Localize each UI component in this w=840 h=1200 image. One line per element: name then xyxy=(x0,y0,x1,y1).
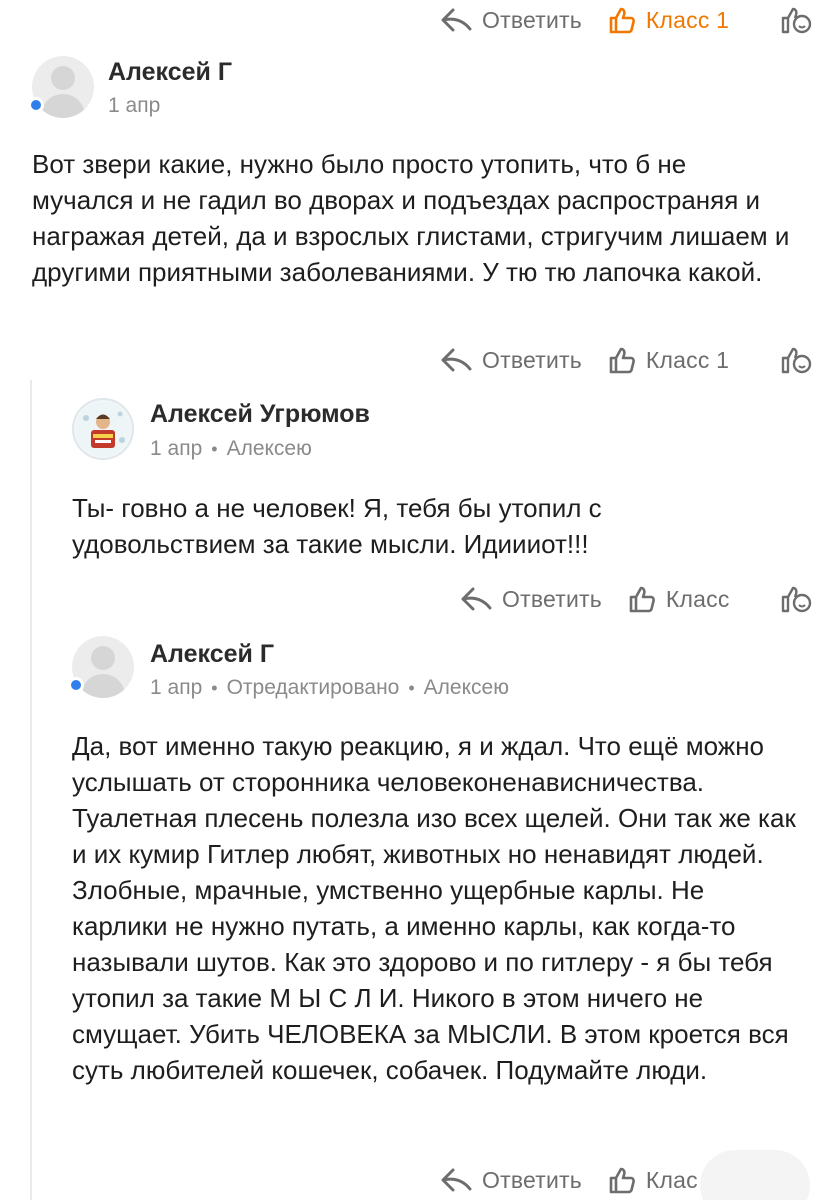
comment-text: Вот звери какие, нужно было просто утопи… xyxy=(32,149,790,287)
emoji-reaction-icon xyxy=(781,586,812,613)
reply-icon xyxy=(461,587,492,611)
thread-line xyxy=(30,380,32,1200)
comment-text: Да, вот именно такую реакцию, я и ждал. … xyxy=(72,731,796,1085)
online-indicator xyxy=(68,677,84,693)
comment-date: 1 апр xyxy=(150,437,203,460)
avatar-placeholder-icon xyxy=(51,66,75,90)
reply-to[interactable]: Алексею xyxy=(227,437,312,461)
comment-author[interactable]: Алексей Угрюмов xyxy=(150,400,370,429)
top-actions: Ответить Класс 1 xyxy=(440,0,729,40)
klass-button[interactable]: Клас xyxy=(608,1166,698,1194)
reply-button[interactable]: Ответить xyxy=(460,586,602,613)
emoji-reaction-button[interactable] xyxy=(780,4,812,41)
reply-button[interactable]: Ответить xyxy=(440,347,582,374)
user-photo-icon xyxy=(76,402,130,456)
reply-icon xyxy=(441,8,472,32)
klass-button[interactable]: Класс 1 xyxy=(608,346,729,374)
reply-button[interactable]: Ответить xyxy=(440,1167,582,1194)
comment-actions: Ответить Клас xyxy=(440,1160,698,1200)
comment-text: Ты- говно а не человек! Я, тебя бы утопи… xyxy=(72,493,602,559)
klass-button[interactable]: Класс xyxy=(628,585,730,613)
reply-to[interactable]: Алексею xyxy=(424,676,509,700)
comment-meta: 1 апр • Отредактировано • Алексею xyxy=(150,676,509,700)
thumb-up-icon xyxy=(629,586,655,613)
comment-author[interactable]: Алексей Г xyxy=(108,58,232,87)
comment-meta: 1 апр • Алексею xyxy=(150,437,312,461)
comment-date: 1 апр xyxy=(150,676,203,699)
comment-meta: 1 апр xyxy=(108,94,160,118)
reply-icon xyxy=(441,348,472,372)
comment-author[interactable]: Алексей Г xyxy=(150,640,274,669)
reply-icon xyxy=(441,1168,472,1192)
overlay-blur xyxy=(700,1150,810,1200)
avatar-placeholder-icon xyxy=(91,646,115,670)
online-indicator xyxy=(28,97,44,113)
thumb-up-icon xyxy=(609,1167,635,1194)
emoji-reaction-icon xyxy=(781,347,812,374)
klass-button[interactable]: Класс 1 xyxy=(608,6,729,34)
thumb-up-icon xyxy=(609,347,635,374)
edited-label: Отредактировано xyxy=(226,676,400,699)
reply-button[interactable]: Ответить xyxy=(440,7,582,34)
emoji-reaction-button[interactable] xyxy=(780,583,812,620)
emoji-reaction-icon xyxy=(781,7,812,34)
comment-date: 1 апр xyxy=(108,94,161,117)
comment-actions: Ответить Класс xyxy=(460,579,730,619)
avatar[interactable] xyxy=(72,398,134,460)
comment-actions: Ответить Класс 1 xyxy=(440,340,729,380)
emoji-reaction-button[interactable] xyxy=(780,344,812,381)
thumb-up-icon xyxy=(609,7,635,34)
